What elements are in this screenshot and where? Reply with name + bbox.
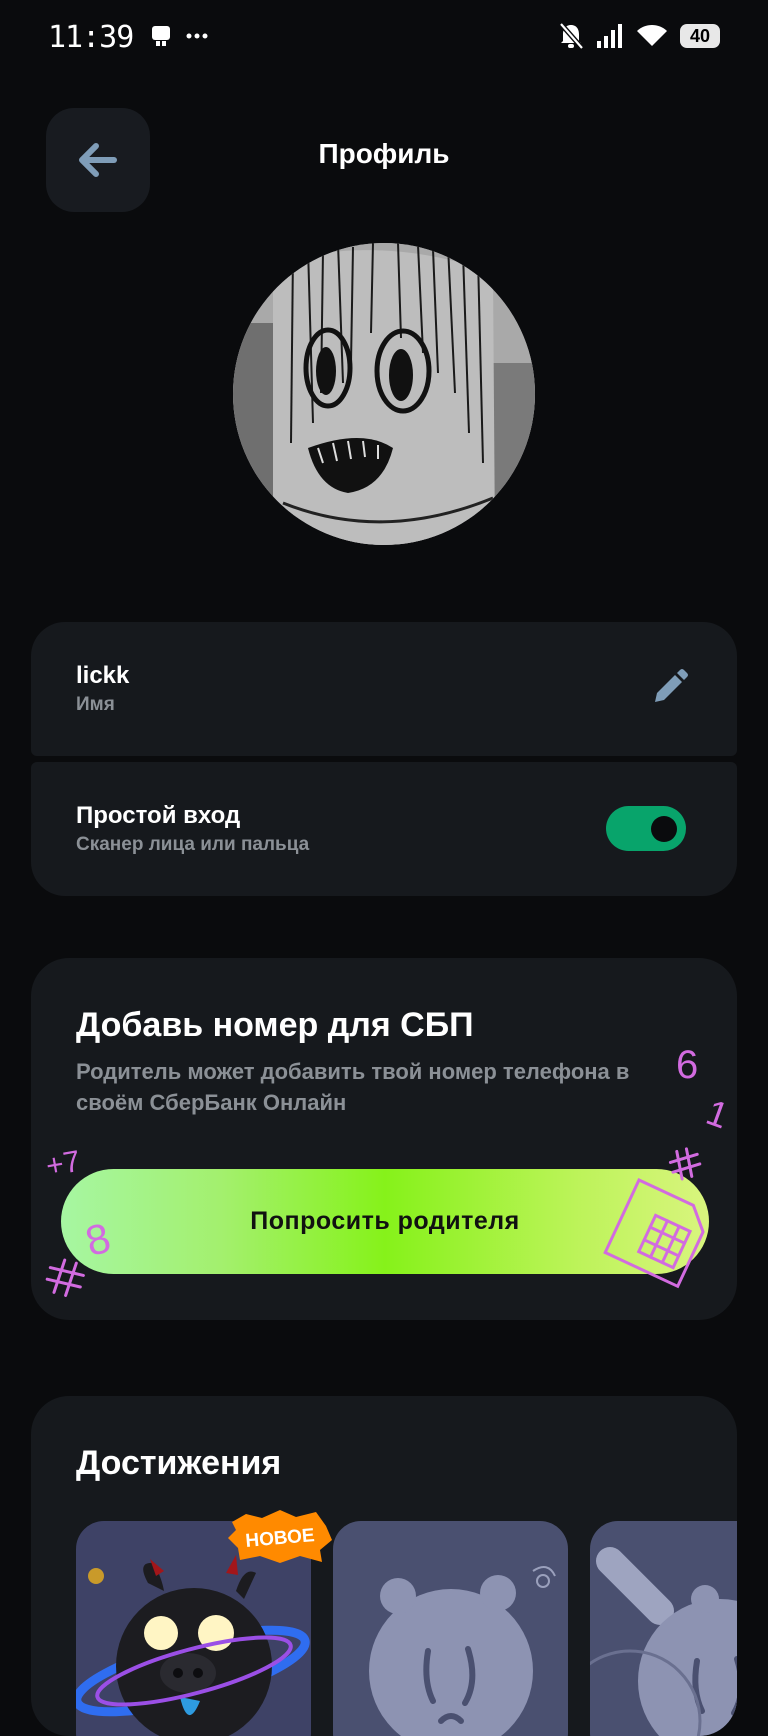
signal-icon xyxy=(597,24,622,48)
profile-name-value: lickk xyxy=(76,662,130,689)
page-title: Профиль xyxy=(318,138,450,169)
doodle-digit-1: 1 xyxy=(701,1091,734,1136)
achievements-card: Достижения xyxy=(31,1396,737,1736)
wifi-icon xyxy=(637,25,667,46)
pencil-icon[interactable] xyxy=(649,668,689,708)
notification-icon xyxy=(152,26,170,46)
status-bar: 11:39 40 xyxy=(0,0,768,78)
profile-name-row[interactable]: lickk Имя xyxy=(31,622,737,756)
achievement-tile-locked-1[interactable] xyxy=(333,1521,568,1736)
simple-login-row: Простой вход Сканер лица или пальца xyxy=(31,762,737,896)
new-badge: НОВОЕ xyxy=(226,1508,334,1569)
status-time: 11:39 xyxy=(48,20,134,55)
avatar[interactable] xyxy=(233,243,535,545)
avatar-drawing xyxy=(233,243,535,545)
toggle-knob xyxy=(651,816,677,842)
simple-login-title: Простой вход xyxy=(76,802,241,829)
simple-login-subtitle: Сканер лица или пальца xyxy=(76,834,310,855)
simple-login-toggle[interactable] xyxy=(606,806,686,851)
more-dots-icon xyxy=(186,33,208,39)
doodle-plus7: +7 xyxy=(44,1145,83,1183)
sbp-description: Родитель может добавить твой номер телеф… xyxy=(76,1059,630,1115)
locked-achievement-icon xyxy=(590,1547,737,1736)
sbp-title: Добавь номер для СБП xyxy=(76,1006,474,1044)
hash-doodle-bottom xyxy=(45,1258,85,1298)
battery-indicator: 40 xyxy=(680,24,720,48)
sbp-card: Добавь номер для СБП Родитель может доба… xyxy=(31,958,737,1320)
profile-name-label: Имя xyxy=(76,694,115,715)
achievements-title: Достижения xyxy=(76,1444,282,1482)
bell-off-icon xyxy=(559,22,584,50)
ask-parent-button[interactable]: Попросить родителя xyxy=(61,1169,709,1274)
achievement-tile-locked-2[interactable] xyxy=(590,1521,737,1736)
locked-achievement-icon xyxy=(369,1566,556,1736)
doodle-digit-6: 6 xyxy=(676,1043,698,1087)
ask-parent-button-label: Попросить родителя xyxy=(250,1207,520,1235)
